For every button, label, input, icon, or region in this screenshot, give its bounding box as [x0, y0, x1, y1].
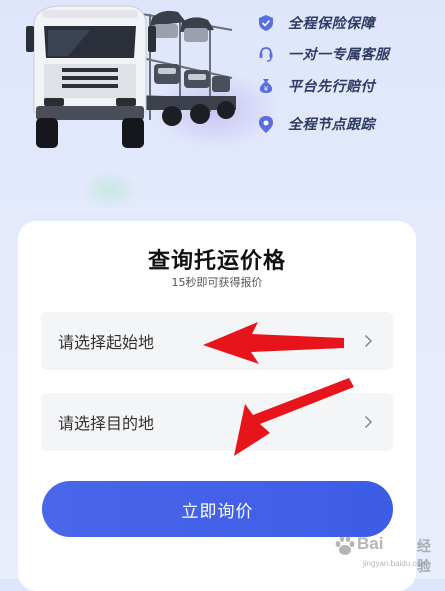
- chevron-right-icon: [361, 415, 375, 429]
- origin-select-label: 请选择起始地: [58, 333, 155, 352]
- customer-service-icon: [258, 46, 274, 62]
- feature-compensation: ¥ 平台先行赔付: [258, 76, 375, 96]
- hero-banner: 全程保险保障 一对一专属客服 ¥ 平台先行赔付 全程节点跟踪: [0, 0, 445, 215]
- baidu-jingyan-watermark: Bai 经验 jingyan.baidu.com: [327, 528, 442, 576]
- feature-label: 平台先行赔付: [288, 79, 375, 95]
- card-subtitle: 15秒即可获得报价: [171, 276, 263, 289]
- svg-text:¥: ¥: [264, 85, 269, 93]
- watermark-brand: Bai: [357, 534, 384, 553]
- feature-label: 一对一专属客服: [288, 47, 390, 63]
- watermark-brand-cn: 经验: [417, 539, 431, 575]
- destination-select[interactable]: 请选择目的地: [41, 393, 393, 451]
- feature-label: 全程保险保障: [288, 16, 375, 32]
- car-carrier-truck-image: [26, 5, 236, 148]
- shield-check-icon: [258, 15, 274, 31]
- watermark-url: jingyan.baidu.com: [363, 559, 428, 568]
- hero-glow-green: [80, 170, 140, 210]
- destination-select-label: 请选择目的地: [58, 414, 155, 433]
- feature-label: 全程节点跟踪: [288, 117, 375, 133]
- location-pin-icon: [258, 115, 274, 133]
- money-bag-icon: ¥: [258, 78, 274, 94]
- feature-tracking: 全程节点跟踪: [258, 114, 375, 134]
- get-quote-button-label: 立即询价: [181, 501, 254, 521]
- paw-logo-icon: [335, 536, 355, 555]
- origin-select[interactable]: 请选择起始地: [41, 312, 393, 370]
- chevron-right-icon: [361, 334, 375, 348]
- feature-insurance: 全程保险保障: [258, 13, 375, 33]
- feature-service: 一对一专属客服: [258, 44, 390, 64]
- card-title: 查询托运价格: [147, 249, 286, 274]
